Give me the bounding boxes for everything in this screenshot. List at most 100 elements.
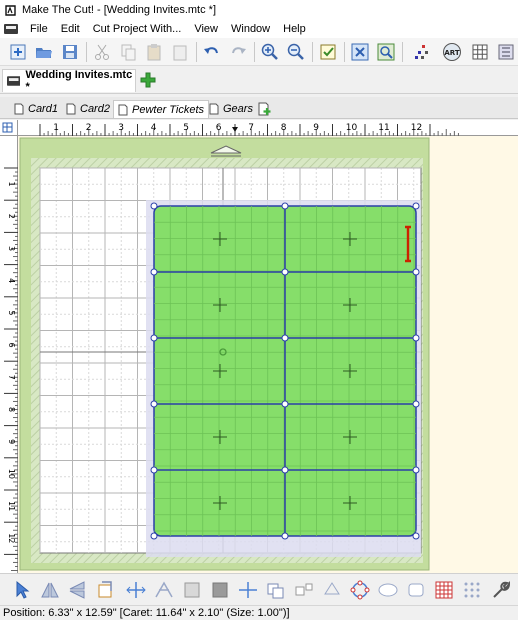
ruler-top-label: 11 [378, 123, 389, 133]
shadow-icon[interactable] [320, 578, 344, 602]
ruler-left-label: 5 [7, 310, 16, 315]
page-icon [66, 103, 76, 115]
save-icon[interactable] [58, 40, 81, 63]
cut-icon[interactable] [90, 40, 113, 63]
add-page-icon[interactable] [258, 102, 272, 116]
cut-node[interactable] [150, 202, 158, 210]
rounded-rect-icon[interactable] [404, 578, 428, 602]
document-tab-bar: Wedding Invites.mtc * [0, 66, 518, 94]
ruler-left-label: 9 [7, 439, 16, 444]
cut-node[interactable] [412, 532, 420, 540]
ruler-left-label: 7 [7, 375, 16, 380]
cut-node[interactable] [281, 466, 289, 474]
ruler-top-label: 12 [411, 123, 422, 133]
settings-icon[interactable] [494, 40, 517, 63]
cut-node[interactable] [281, 202, 289, 210]
cut-node[interactable] [412, 400, 420, 408]
menu-cut-project-with[interactable]: Cut Project With... [87, 20, 189, 38]
pointer-tool-icon[interactable] [10, 578, 34, 602]
cut-node[interactable] [412, 334, 420, 342]
undo-icon[interactable] [200, 40, 223, 63]
new-icon[interactable] [6, 40, 29, 63]
distribute-icon[interactable] [152, 578, 176, 602]
cut-node[interactable] [281, 268, 289, 276]
menu-edit[interactable]: Edit [55, 20, 87, 38]
page-icon [209, 103, 219, 115]
zoom-out-icon[interactable] [284, 40, 307, 63]
ruler-left-label: 10 [7, 469, 16, 479]
dot-grid-icon[interactable] [460, 578, 484, 602]
tab-card2-label: Card2 [80, 103, 110, 115]
menu-window[interactable]: Window [225, 20, 277, 38]
menu-view[interactable]: View [188, 20, 225, 38]
ruler-left-label: 11 [7, 501, 16, 511]
cut-node[interactable] [150, 268, 158, 276]
weld-icon[interactable] [264, 578, 288, 602]
ellipse-icon[interactable] [376, 578, 400, 602]
cut-node[interactable] [412, 202, 420, 210]
cut-node[interactable] [281, 532, 289, 540]
cut-node[interactable] [412, 268, 420, 276]
tab-card1[interactable]: Card1 [10, 100, 62, 118]
grid-icon[interactable] [468, 40, 491, 63]
tab-card2[interactable]: Card2 [62, 100, 114, 118]
paste-in-place-icon[interactable] [168, 40, 191, 63]
ungroup-icon[interactable] [208, 578, 232, 602]
align-horizontal-icon[interactable] [124, 578, 148, 602]
page-icon [118, 104, 128, 115]
ruler-top-label: 1 [53, 123, 59, 133]
checker-fill-icon[interactable] [432, 578, 456, 602]
align-center-icon[interactable] [236, 578, 260, 602]
horizontal-ruler[interactable]: 1 2 3 4 5 6 7 8 9 10 11 12 [18, 120, 518, 136]
wrench-icon[interactable] [488, 578, 512, 602]
node-edit-icon[interactable] [348, 40, 371, 63]
group-icon[interactable] [180, 578, 204, 602]
shape-tools-toolbar [0, 573, 518, 605]
tab-gears[interactable]: Gears [205, 100, 257, 118]
ruler-left-label: 2 [7, 214, 16, 219]
art-icon[interactable]: ART [440, 40, 463, 63]
break-apart-icon[interactable] [292, 578, 316, 602]
cut-node[interactable] [150, 532, 158, 540]
cut-node[interactable] [281, 334, 289, 342]
ruler-top-label: 3 [118, 123, 124, 133]
menu-bar: File Edit Cut Project With... View Windo… [0, 20, 518, 38]
tab-pewter-tickets[interactable]: Pewter Tickets [113, 100, 210, 118]
cut-node[interactable] [150, 334, 158, 342]
design-canvas[interactable] [18, 136, 518, 573]
main-toolbar: ART [0, 38, 518, 66]
ruler-corner[interactable] [0, 120, 18, 136]
ruler-left-label: 3 [7, 246, 16, 251]
zoom-in-icon[interactable] [258, 40, 281, 63]
ruler-top-label: 10 [346, 123, 358, 133]
menu-file[interactable]: File [24, 20, 55, 38]
zoom-to-fit-icon[interactable] [374, 40, 397, 63]
flip-vertical-icon[interactable] [66, 578, 90, 602]
ruler-top-label: 5 [183, 123, 189, 133]
document-tab[interactable]: Wedding Invites.mtc * [2, 69, 136, 93]
cut-node[interactable] [150, 400, 158, 408]
menu-help[interactable]: Help [277, 20, 313, 38]
copy-icon[interactable] [116, 40, 139, 63]
cut-node[interactable] [150, 466, 158, 474]
circle-nodes-icon[interactable] [348, 578, 372, 602]
vertical-ruler[interactable]: 1 2 3 4 5 6 7 8 9 10 11 12 [0, 136, 18, 573]
open-folder-icon[interactable] [32, 40, 55, 63]
document-menu-icon[interactable] [4, 23, 18, 35]
ruler-left-label: 6 [7, 343, 16, 348]
ruler-top-label: 7 [248, 123, 254, 133]
cut-node[interactable] [412, 466, 420, 474]
ruler-top-label: 2 [86, 123, 92, 133]
ruler-top-label: 4 [151, 123, 157, 133]
rotate-icon[interactable] [94, 578, 118, 602]
ruler-left-label: 4 [7, 278, 16, 283]
cut-node[interactable] [281, 400, 289, 408]
paste-icon[interactable] [142, 40, 165, 63]
add-document-icon[interactable] [140, 72, 156, 88]
redo-icon[interactable] [226, 40, 249, 63]
flip-horizontal-icon[interactable] [38, 578, 62, 602]
ruler-top-label: 8 [281, 123, 287, 133]
pixel-trace-icon[interactable] [410, 40, 433, 63]
tab-card1-label: Card1 [28, 103, 58, 115]
checklist-icon[interactable] [316, 40, 339, 63]
